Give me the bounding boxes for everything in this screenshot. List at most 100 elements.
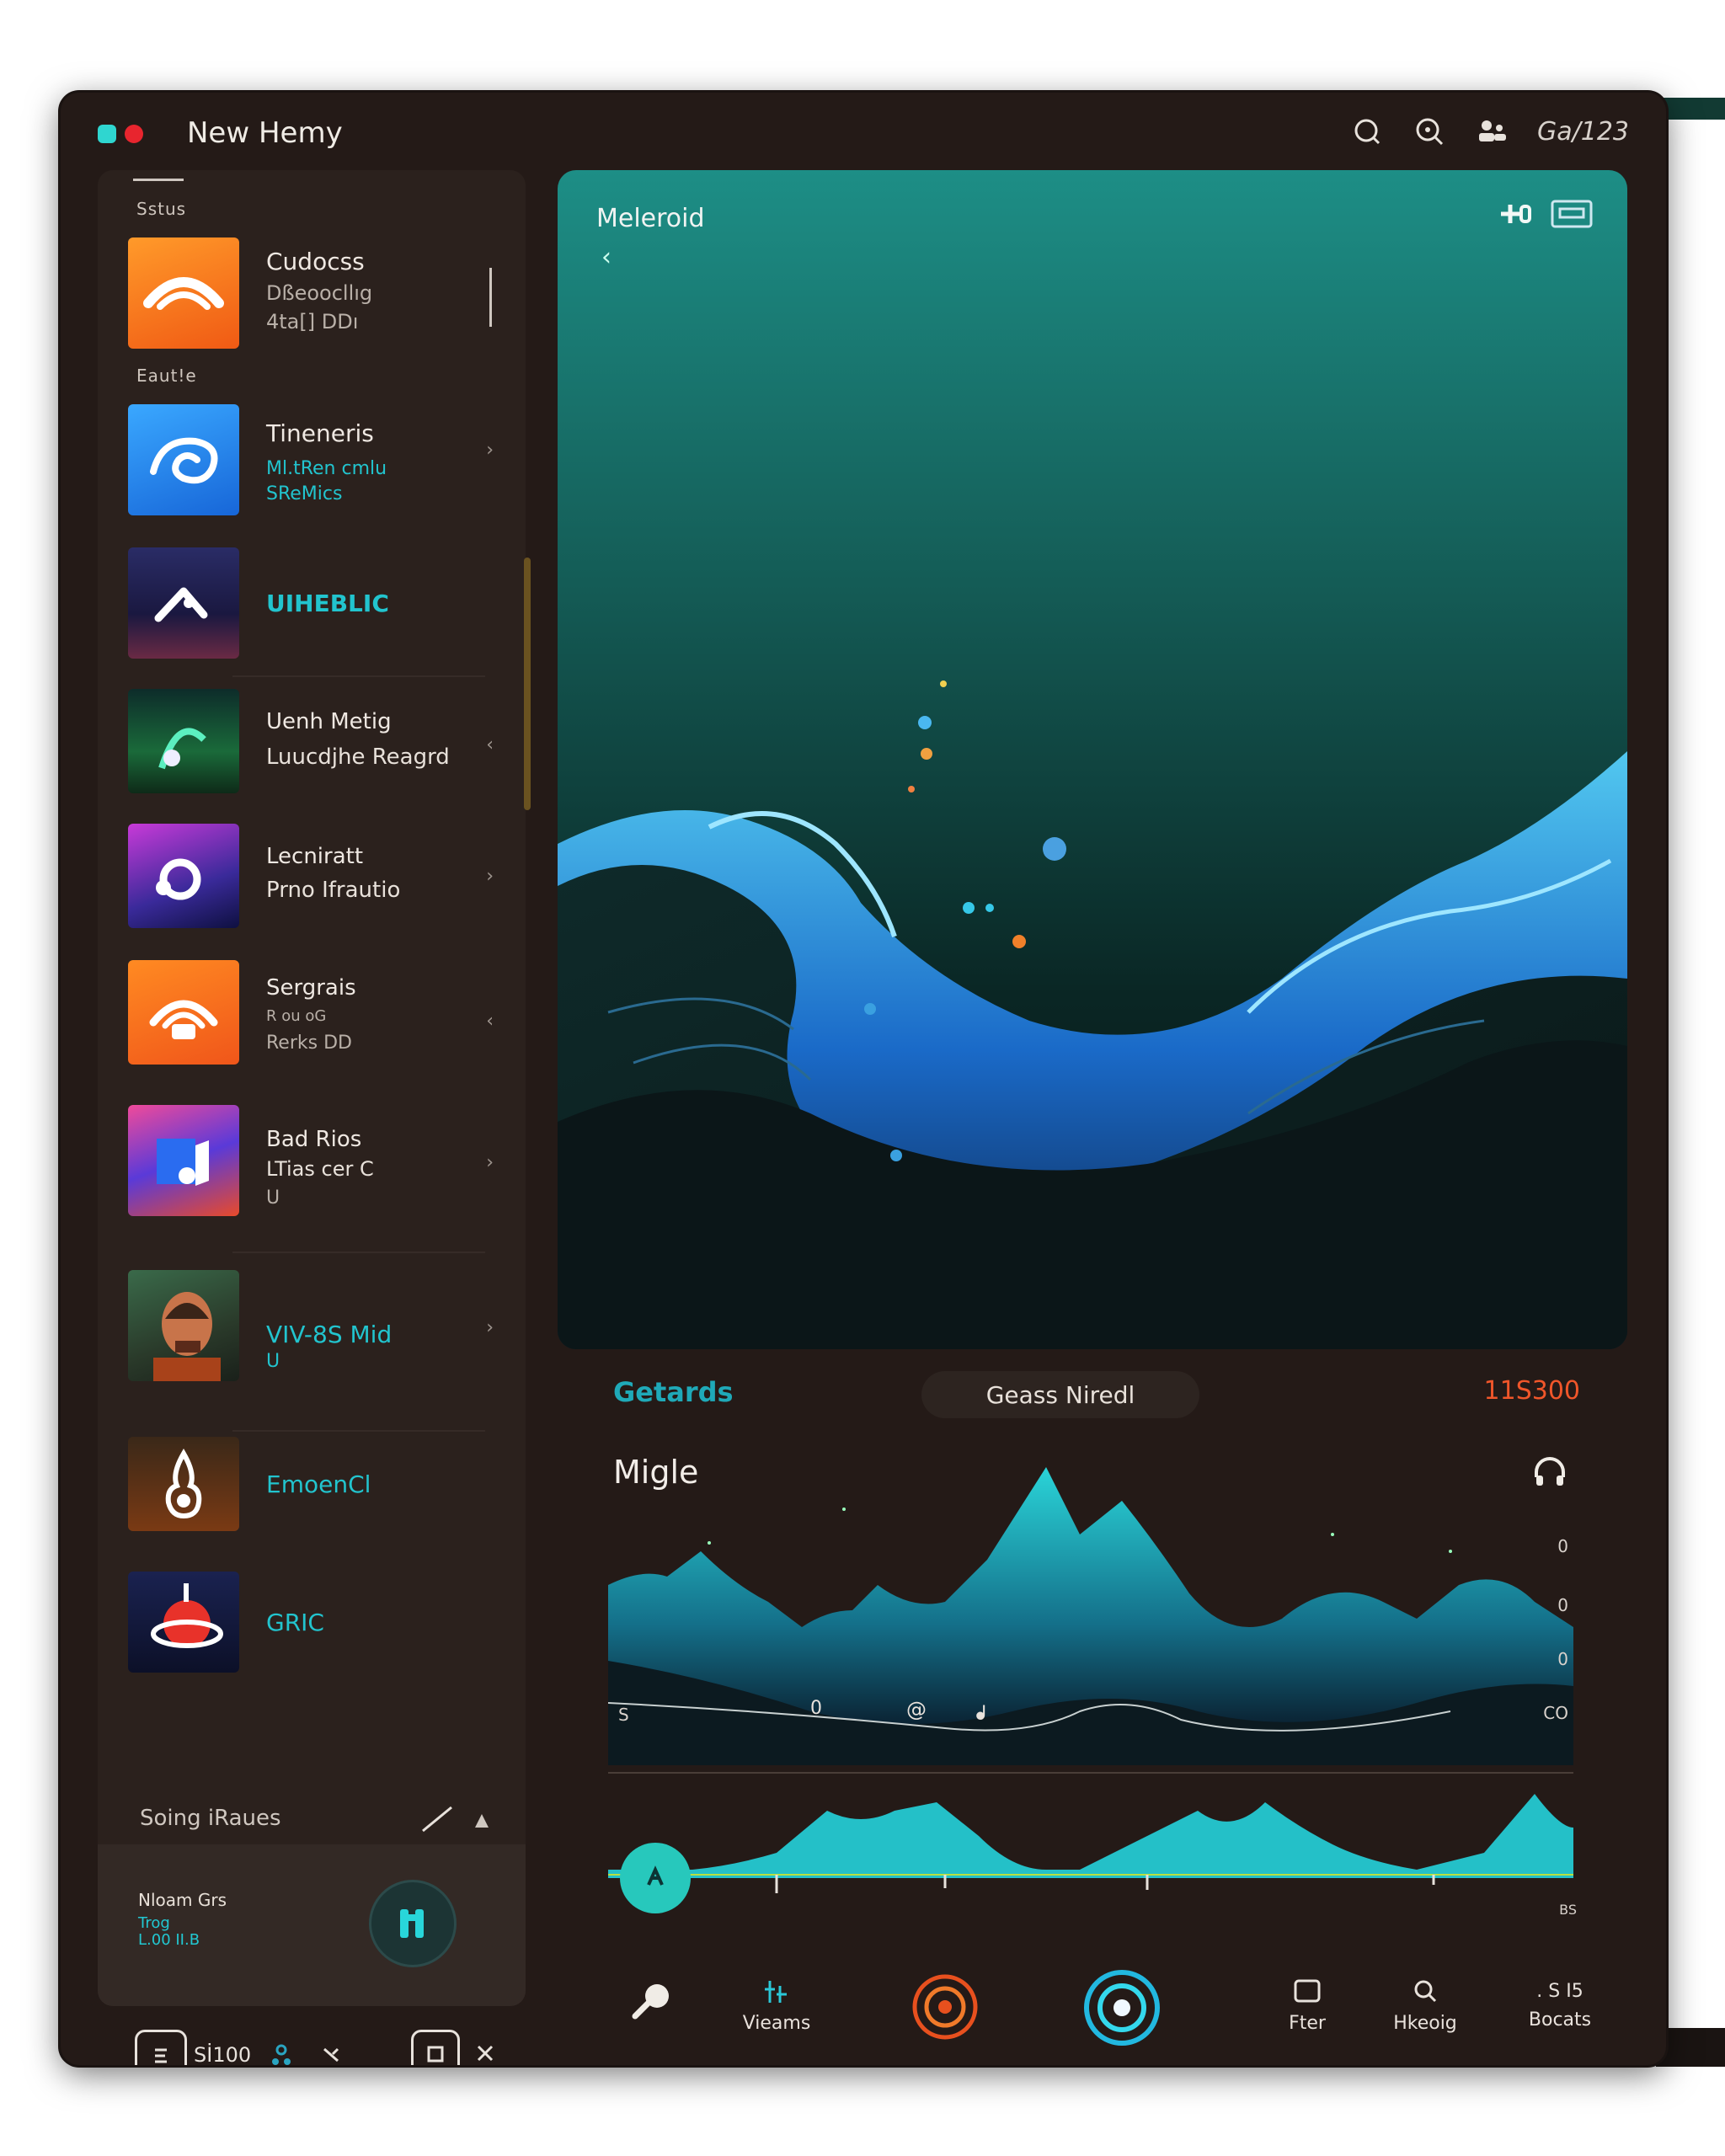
add-icon[interactable]: [1498, 201, 1531, 230]
sidebar-item-cudocss[interactable]: Cudocss Dßeoocllıg 4ta[] DDı: [128, 237, 499, 355]
abstract-cube-thumb: [128, 1105, 239, 1216]
sidebar-item-subtitle: U: [266, 1351, 280, 1372]
pause-button[interactable]: [369, 1880, 457, 1967]
sidebar-item-title: Lecniratt: [266, 844, 364, 869]
x-mark: @: [906, 1698, 927, 1721]
window-control-teal[interactable]: [98, 125, 116, 143]
edit-icon[interactable]: [418, 1802, 460, 1839]
orange-spiral-icon: [912, 1974, 978, 2040]
chevron-left-icon: ‹: [486, 1011, 494, 1032]
chevron-right-icon: ‹: [486, 734, 494, 755]
frame-icon: [1294, 1979, 1321, 2003]
nodes-icon[interactable]: [264, 2038, 298, 2065]
back-chevron-icon[interactable]: ‹: [601, 243, 611, 272]
blue-disc-icon: [1084, 1970, 1160, 2046]
y-tick: 0: [1557, 1649, 1568, 1669]
sidebar-item-subtitle: R ou oG: [266, 1007, 327, 1025]
sidebar-item-title: EmoenCl: [266, 1470, 371, 1498]
y-tick: 0: [1557, 1536, 1568, 1556]
queue-button[interactable]: [411, 2030, 460, 2065]
sidebar-section-mid: Eaut!e: [136, 366, 197, 386]
now-playing-sub-2: L.00 II.B: [138, 1931, 200, 1949]
title-bar: New Hemy Ga/123: [61, 93, 1666, 173]
nav-label: Hkeoig: [1393, 2013, 1457, 2034]
nav-bocats[interactable]: . S I5 Bocats: [1501, 1977, 1619, 2031]
nav-spiral[interactable]: [886, 1974, 1004, 2048]
hero-wave-artwork[interactable]: Meleroid ‹: [558, 170, 1627, 1349]
sidebar-item-subtitle: Ml.tRen cmlu: [266, 458, 387, 479]
y-tick: CO: [1543, 1703, 1568, 1723]
divider-line: [608, 1772, 1573, 1774]
nav-label: Bocats: [1528, 2009, 1592, 2031]
sidebar-controls: Sİ100: [98, 2013, 526, 2065]
sidebar-item-viv-8s-mid[interactable]: VIV-8S Mid U ›: [128, 1270, 499, 1388]
phone-icon-thumb: [128, 237, 239, 349]
sidebar-item-subtitle-2: 4ta[] DDı: [266, 310, 359, 334]
now-playing-title: Nloam Grs: [138, 1890, 227, 1910]
panel-header-left[interactable]: Getards: [613, 1376, 734, 1408]
chevron-right-icon: ›: [486, 1152, 494, 1173]
equalizer-icon: [765, 1981, 787, 2003]
divider: [232, 1430, 485, 1432]
waveform-end-label: BS: [1559, 1902, 1577, 1918]
nav-vieams[interactable]: Vieams: [718, 1977, 836, 2034]
sidebar-item-gric[interactable]: GRIC: [128, 1572, 499, 1673]
screen-icon[interactable]: [1550, 199, 1594, 232]
portrait-thumb: [128, 1270, 239, 1381]
sidebar-item-scroll-mark: [489, 268, 492, 327]
sidebar-item-subtitle: Luucdjhe Reagrd: [266, 744, 450, 770]
sidebar-item-uihebleic[interactable]: UIHEBLIC: [128, 547, 499, 665]
divider: [232, 1251, 485, 1253]
y-tick: 0: [1557, 1595, 1568, 1615]
decorative-edge-bottom: [1656, 2028, 1725, 2067]
nav-fter[interactable]: Fter: [1248, 1977, 1366, 2034]
app-window: New Hemy Ga/123 Sstus Eaut!e Cudocss Dße…: [61, 93, 1666, 2065]
sidebar-section-top: Sstus: [136, 199, 187, 219]
search-icon[interactable]: [1350, 115, 1384, 148]
sidebar-scrollbar[interactable]: [524, 558, 531, 810]
now-playing-sub: Trog L.00 II.B: [138, 1915, 200, 1949]
waveform[interactable]: [608, 1777, 1573, 1920]
record-button[interactable]: [135, 2030, 187, 2065]
dots-icon: . S I5: [1536, 1981, 1583, 2002]
sidebar-item-subtitle: LTias cer C: [266, 1157, 374, 1181]
sidebar-item-lecniratt[interactable]: Lecniratt Prno Ifrautio ›: [128, 824, 499, 931]
sidebar-item-emoencl[interactable]: EmoenCl: [128, 1437, 499, 1531]
nav-disc[interactable]: [1063, 1970, 1181, 2052]
panel-header-pill[interactable]: Geass Niredl: [921, 1371, 1199, 1418]
hero-tools: [1498, 199, 1594, 232]
flame-spiral-thumb: [128, 1437, 239, 1531]
pin-icon[interactable]: [472, 1811, 492, 1834]
chevron-right-icon: ›: [486, 1317, 494, 1338]
sidebar-item-sergrais[interactable]: Sergrais R ou oG Rerks DD ‹: [128, 960, 499, 1068]
sidebar-item-title: Cudocss: [266, 248, 365, 275]
play-button[interactable]: [620, 1843, 691, 1913]
sidebar-item-subtitle-2: U: [266, 1187, 280, 1209]
sidebar-item-bad-rios[interactable]: Bad Rios LTias cer C U ›: [128, 1105, 499, 1223]
sidebar-item-title: VIV-8S Mid: [266, 1321, 393, 1348]
nav-label: Fter: [1289, 2013, 1326, 2034]
aurora-thumb: [128, 689, 239, 793]
nav-music-key[interactable]: [591, 1977, 709, 2026]
x-mark: 0: [810, 1698, 822, 1719]
sidebar-item-uenh-metig[interactable]: Uenh Metig Luucdjhe Reagrd ‹: [128, 689, 499, 797]
app-title: New Hemy: [187, 116, 343, 150]
sidebar: Sstus Eaut!e Cudocss Dßeoocllıg 4ta[] DD…: [98, 170, 531, 2065]
nav-label: Vieams: [742, 2013, 811, 2034]
close-icon[interactable]: [470, 2038, 500, 2065]
swirl-icon-thumb: [128, 404, 239, 515]
window-control-close[interactable]: [125, 125, 143, 143]
music-key-icon: [632, 1984, 669, 2020]
sidebar-item-tineneris[interactable]: Tineneris Ml.tRen cmlu SReMics ›: [128, 404, 499, 522]
search-plus-icon[interactable]: [1413, 115, 1446, 148]
sidebar-item-subtitle-2: SReMics: [266, 483, 343, 504]
now-playing-sub-1: Trog: [138, 1914, 170, 1932]
user-name[interactable]: Ga/123: [1537, 117, 1629, 147]
night-landscape-thumb: [128, 547, 239, 659]
now-playing-card[interactable]: Nloam Grs Trog L.00 II.B: [98, 1844, 526, 2006]
phone-orange-thumb: [128, 960, 239, 1065]
users-icon[interactable]: [1475, 115, 1509, 148]
shuffle-icon[interactable]: [315, 2038, 349, 2065]
nav-hkeoig[interactable]: Hkeoig: [1366, 1977, 1484, 2034]
mountain-graphic: [608, 1467, 1573, 1765]
